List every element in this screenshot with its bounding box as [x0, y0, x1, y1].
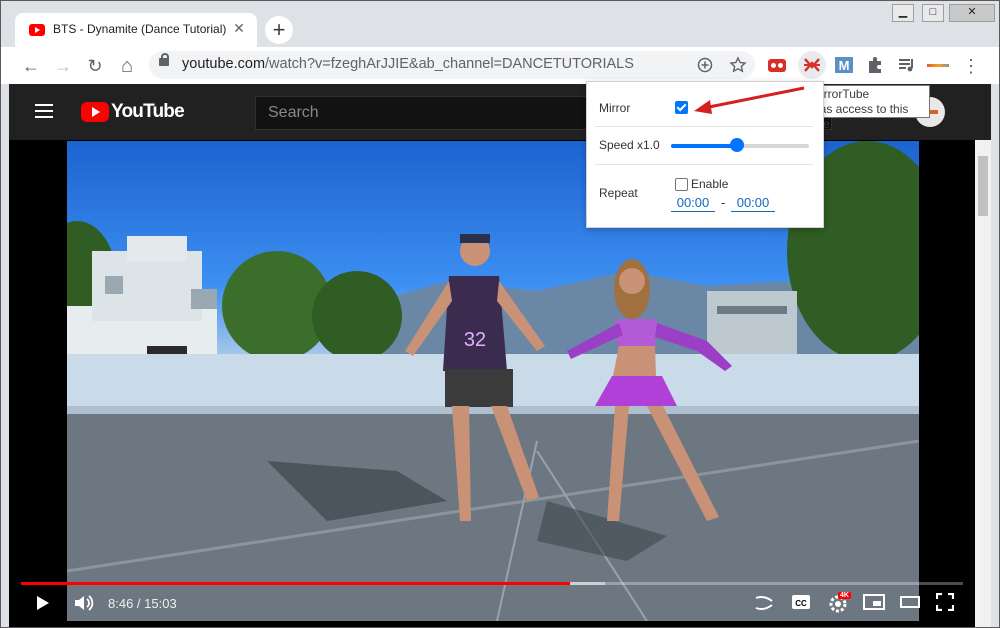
reload-button[interactable]: ↻	[82, 53, 108, 79]
m-extension-icon[interactable]: M	[834, 55, 854, 75]
extension-tooltip: MirrorTube Has access to this site	[806, 85, 930, 131]
video-progress-bar[interactable]	[21, 582, 963, 585]
tab-title: BTS - Dynamite (Dance Tutorial)	[53, 22, 227, 36]
fullscreen-icon[interactable]	[936, 593, 954, 611]
media-controls-icon[interactable]	[897, 55, 917, 75]
speed-slider[interactable]	[671, 138, 809, 152]
tab-youtube[interactable]: BTS - Dynamite (Dance Tutorial) ✕	[15, 13, 257, 47]
volume-icon[interactable]	[73, 593, 95, 613]
enable-label: Enable	[691, 177, 729, 191]
browser-toolbar: ← → ↻ ⌂ youtube.com/watch?v=fzeghArJJIE&…	[1, 47, 999, 84]
youtube-logo-text[interactable]: YouTube	[111, 101, 185, 123]
divider	[595, 164, 813, 165]
speed-label: Speed x1.0	[599, 138, 660, 152]
repeat-end-time-input[interactable]: 00:00	[731, 195, 775, 212]
url-text[interactable]: youtube.com/watch?v=fzeghArJJIE&ab_chann…	[182, 56, 634, 72]
svg-text:CC: CC	[795, 599, 807, 608]
close-window-button[interactable]: ✕	[949, 4, 995, 22]
page-scrollbar[interactable]	[975, 140, 991, 627]
puzzle-extensions-icon[interactable]	[865, 55, 885, 75]
menu-icon[interactable]	[35, 104, 53, 118]
svg-text:32: 32	[464, 329, 486, 351]
youtube-favicon-icon	[29, 24, 45, 36]
youtube-logo-icon[interactable]	[81, 102, 109, 122]
maximize-button[interactable]: □	[922, 4, 944, 22]
mirrortube-icon	[804, 58, 820, 72]
tab-strip: BTS - Dynamite (Dance Tutorial) ✕ + ▁ □ …	[1, 1, 999, 47]
time-range-dash: -	[721, 195, 726, 210]
bookmark-star-icon[interactable]	[729, 56, 747, 74]
speed-slider-fill	[671, 144, 738, 148]
repeat-start-time-input[interactable]: 00:00	[671, 195, 715, 212]
tooltip-title: MirrorTube	[811, 87, 870, 101]
scrollbar-thumb[interactable]	[978, 156, 988, 216]
played-bar	[21, 582, 571, 585]
forward-button[interactable]: →	[50, 53, 76, 79]
speed-slider-handle[interactable]	[730, 138, 745, 152]
captions-icon[interactable]: CC	[791, 594, 811, 610]
enable-checkbox[interactable]	[675, 178, 688, 191]
time-display: 8:46 / 15:03	[108, 596, 177, 611]
browser-menu-button[interactable]: ⋮	[958, 53, 984, 79]
home-button[interactable]: ⌂	[114, 53, 140, 79]
address-bar[interactable]: youtube.com/watch?v=fzeghArJJIE&ab_chann…	[149, 51, 755, 79]
tooltip-subtitle: Has access to this site	[811, 102, 909, 131]
close-tab-icon[interactable]: ✕	[231, 20, 247, 37]
profile-extension-icon[interactable]	[927, 64, 949, 67]
miniplayer-icon[interactable]	[863, 594, 885, 610]
search-placeholder: Search	[268, 104, 319, 121]
new-tab-button[interactable]: +	[265, 16, 293, 44]
svg-text:M: M	[839, 58, 850, 73]
play-icon[interactable]	[33, 594, 51, 612]
divider	[595, 126, 813, 127]
vr-extension-icon[interactable]	[767, 55, 787, 75]
back-button[interactable]: ←	[18, 53, 44, 79]
mirrortube-extension-button[interactable]	[798, 51, 826, 79]
add-icon[interactable]	[697, 57, 713, 73]
minimize-button[interactable]: ▁	[892, 4, 914, 22]
youtube-page: YouTube Search 32 8:46 / 15:03 CC 4K	[9, 84, 991, 627]
quality-badge: 4K	[838, 592, 851, 599]
buffered-bar	[570, 582, 606, 585]
url-host: youtube.com	[182, 56, 266, 72]
annotation-arrow	[694, 86, 805, 114]
autoplay-icon[interactable]	[753, 593, 775, 613]
url-path: /watch?v=fzeghArJJIE&ab_channel=DANCETUT…	[265, 56, 634, 72]
lock-icon[interactable]	[159, 53, 169, 66]
mirror-checkbox[interactable]	[675, 101, 688, 114]
mirror-label: Mirror	[599, 101, 631, 115]
repeat-label: Repeat	[599, 186, 638, 200]
theater-mode-icon[interactable]	[900, 596, 920, 608]
